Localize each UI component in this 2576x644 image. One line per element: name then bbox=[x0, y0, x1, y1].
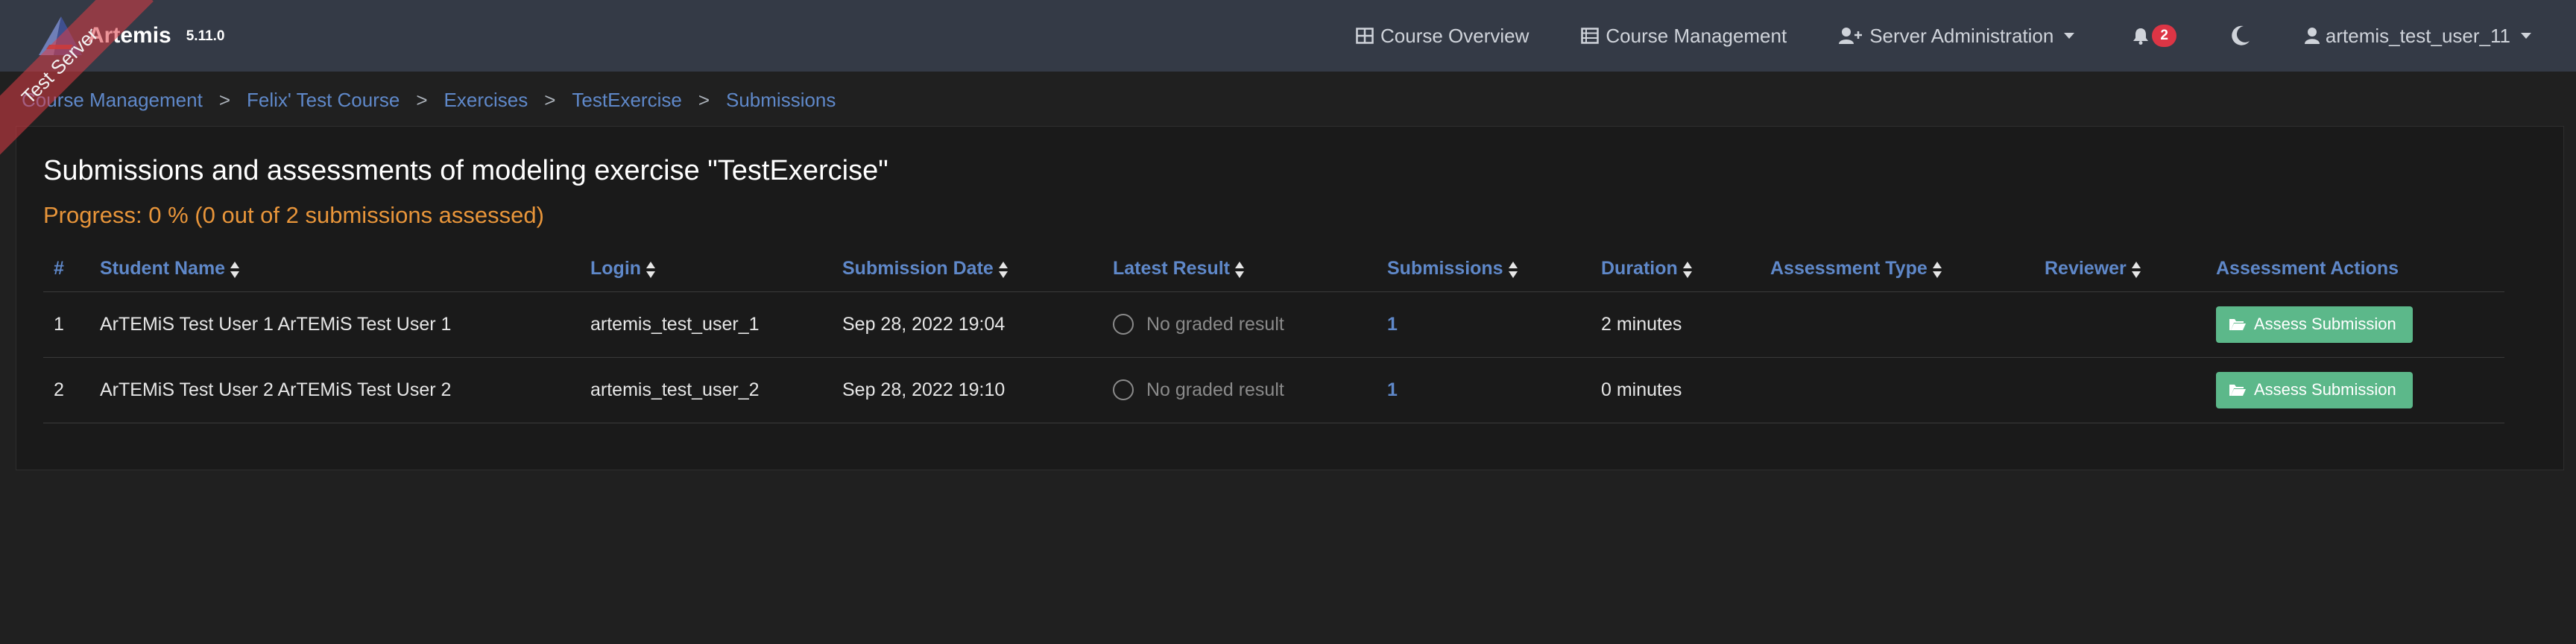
sort-icon bbox=[230, 261, 240, 278]
latest-result-label: No graded result bbox=[1146, 313, 1284, 335]
breadcrumb-course[interactable]: Felix' Test Course bbox=[247, 89, 400, 112]
duration: 0 minutes bbox=[1591, 357, 1760, 423]
duration: 2 minutes bbox=[1591, 291, 1760, 358]
assessment-actions: Assess Submission bbox=[2206, 357, 2504, 423]
submissions-count-link[interactable]: 1 bbox=[1387, 379, 1398, 400]
submission-date: Sep 28, 2022 19:10 bbox=[832, 357, 1102, 423]
breadcrumb-separator: > bbox=[544, 88, 556, 111]
assessment-type bbox=[1760, 291, 2034, 358]
submission-date: Sep 28, 2022 19:04 bbox=[832, 291, 1102, 358]
table-icon bbox=[1356, 28, 1374, 44]
nav-user-label: artemis_test_user_11 bbox=[2325, 24, 2510, 47]
row-index: 1 bbox=[43, 291, 89, 358]
user-plus-icon bbox=[1839, 28, 1863, 44]
top-navbar: Artemis 5.11.0 Course Overview Course Ma… bbox=[0, 0, 2576, 72]
nav-server-administration[interactable]: Server Administration bbox=[1839, 24, 2075, 48]
brand-version: 5.11.0 bbox=[186, 28, 225, 44]
theme-toggle[interactable] bbox=[2229, 25, 2251, 47]
column-header-student-name[interactable]: Student Name bbox=[89, 247, 580, 292]
sort-icon bbox=[646, 261, 656, 278]
submissions-table: # Student Name Login Submission Date Lat… bbox=[43, 247, 2504, 423]
chevron-down-icon bbox=[2521, 33, 2531, 39]
assess-submission-button[interactable]: Assess Submission bbox=[2216, 371, 2413, 408]
student-login: artemis_test_user_1 bbox=[580, 291, 832, 358]
column-header-index: # bbox=[43, 247, 89, 292]
column-header-reviewer[interactable]: Reviewer bbox=[2034, 247, 2206, 292]
breadcrumb-exercises[interactable]: Exercises bbox=[444, 89, 528, 112]
reviewer bbox=[2034, 357, 2206, 423]
nav-course-overview-label: Course Overview bbox=[1380, 24, 1530, 47]
submissions-count-link[interactable]: 1 bbox=[1387, 314, 1398, 335]
circle-icon bbox=[1113, 314, 1134, 335]
nav-user-menu[interactable]: artemis_test_user_11 bbox=[2304, 24, 2531, 48]
student-name: ArTEMiS Test User 2 ArTEMiS Test User 2 bbox=[89, 357, 580, 423]
column-header-duration[interactable]: Duration bbox=[1591, 247, 1760, 292]
nav-notifications[interactable]: 2 bbox=[2133, 25, 2176, 47]
user-icon bbox=[2304, 28, 2320, 44]
reviewer bbox=[2034, 291, 2206, 358]
column-header-latest-result[interactable]: Latest Result bbox=[1102, 247, 1377, 292]
student-login: artemis_test_user_2 bbox=[580, 357, 832, 423]
sort-icon bbox=[998, 261, 1008, 278]
column-header-submission-date[interactable]: Submission Date bbox=[832, 247, 1102, 292]
sort-icon bbox=[1508, 261, 1518, 278]
page-title: Submissions and assessments of modeling … bbox=[43, 155, 888, 186]
moon-icon bbox=[2232, 25, 2250, 45]
submissions-count: 1 bbox=[1377, 291, 1591, 358]
submissions-card: Submissions and assessments of modeling … bbox=[16, 126, 2564, 470]
latest-result: No graded result bbox=[1102, 291, 1377, 358]
submissions-count: 1 bbox=[1377, 357, 1591, 423]
table-row: 1 ArTEMiS Test User 1 ArTEMiS Test User … bbox=[43, 291, 2504, 358]
list-icon bbox=[1581, 28, 1600, 44]
student-name: ArTEMiS Test User 1 ArTEMiS Test User 1 bbox=[89, 291, 580, 358]
assessment-actions: Assess Submission bbox=[2206, 291, 2504, 358]
assessment-type bbox=[1760, 357, 2034, 423]
table-header-row: # Student Name Login Submission Date Lat… bbox=[43, 247, 2504, 292]
sort-icon bbox=[1682, 261, 1692, 278]
sort-icon bbox=[1932, 261, 1942, 278]
column-header-assessment-type[interactable]: Assessment Type bbox=[1760, 247, 2034, 292]
latest-result: No graded result bbox=[1102, 357, 1377, 423]
folder-open-icon bbox=[2229, 385, 2246, 396]
nav-course-management-label: Course Management bbox=[1606, 24, 1787, 47]
breadcrumb-separator: > bbox=[698, 88, 710, 111]
circle-icon bbox=[1113, 379, 1134, 400]
assess-submission-label: Assess Submission bbox=[2254, 380, 2396, 399]
latest-result-label: No graded result bbox=[1146, 379, 1284, 400]
column-header-login[interactable]: Login bbox=[580, 247, 832, 292]
row-index: 2 bbox=[43, 357, 89, 423]
table-row: 2 ArTEMiS Test User 2 ArTEMiS Test User … bbox=[43, 357, 2504, 423]
nav-server-administration-label: Server Administration bbox=[1869, 24, 2054, 47]
nav-course-management[interactable]: Course Management bbox=[1581, 25, 1787, 48]
breadcrumb-separator: > bbox=[218, 88, 230, 111]
breadcrumb-exercise[interactable]: TestExercise bbox=[572, 89, 681, 112]
notification-count-badge: 2 bbox=[2152, 25, 2176, 47]
assess-submission-label: Assess Submission bbox=[2254, 315, 2396, 333]
assess-submission-button[interactable]: Assess Submission bbox=[2216, 306, 2413, 343]
column-header-submissions[interactable]: Submissions bbox=[1377, 247, 1591, 292]
folder-open-icon bbox=[2229, 319, 2246, 330]
assessment-progress: Progress: 0 % (0 out of 2 submissions as… bbox=[43, 202, 544, 228]
breadcrumb: Course Management > Felix' Test Course >… bbox=[22, 86, 836, 113]
bell-icon bbox=[2133, 28, 2149, 45]
breadcrumb-submissions[interactable]: Submissions bbox=[726, 89, 836, 112]
chevron-down-icon bbox=[2064, 33, 2075, 39]
sort-icon bbox=[1234, 261, 1244, 278]
sort-icon bbox=[2131, 261, 2141, 278]
nav-course-overview[interactable]: Course Overview bbox=[1356, 25, 1529, 48]
column-header-assessment-actions: Assessment Actions bbox=[2206, 247, 2504, 292]
breadcrumb-separator: > bbox=[416, 88, 428, 111]
